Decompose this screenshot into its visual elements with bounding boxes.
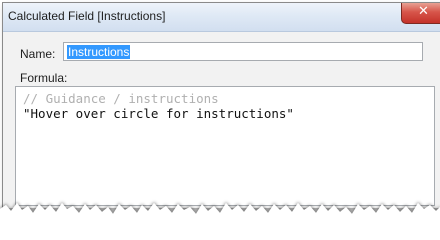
window-title: Calculated Field [Instructions] xyxy=(8,9,166,23)
close-button[interactable]: ✕ xyxy=(401,3,440,24)
formula-editor[interactable]: // Guidance / instructions "Hover over c… xyxy=(15,86,435,206)
name-input-value: Instructions xyxy=(67,45,131,59)
torn-edge xyxy=(0,203,440,234)
name-input[interactable]: Instructions xyxy=(63,42,423,61)
screenshot-stage: Calculated Field [Instructions] ✕ Name: … xyxy=(0,0,440,234)
name-label: Name: xyxy=(20,47,56,61)
formula-label: Formula: xyxy=(20,71,68,85)
formula-comment-line: // Guidance / instructions xyxy=(23,91,219,106)
title-bar[interactable]: Calculated Field [Instructions] ✕ xyxy=(3,3,440,32)
formula-string-line: "Hover over circle for instructions" xyxy=(23,106,294,121)
close-icon: ✕ xyxy=(418,4,429,19)
calculated-field-dialog: Calculated Field [Instructions] ✕ Name: … xyxy=(2,2,440,208)
